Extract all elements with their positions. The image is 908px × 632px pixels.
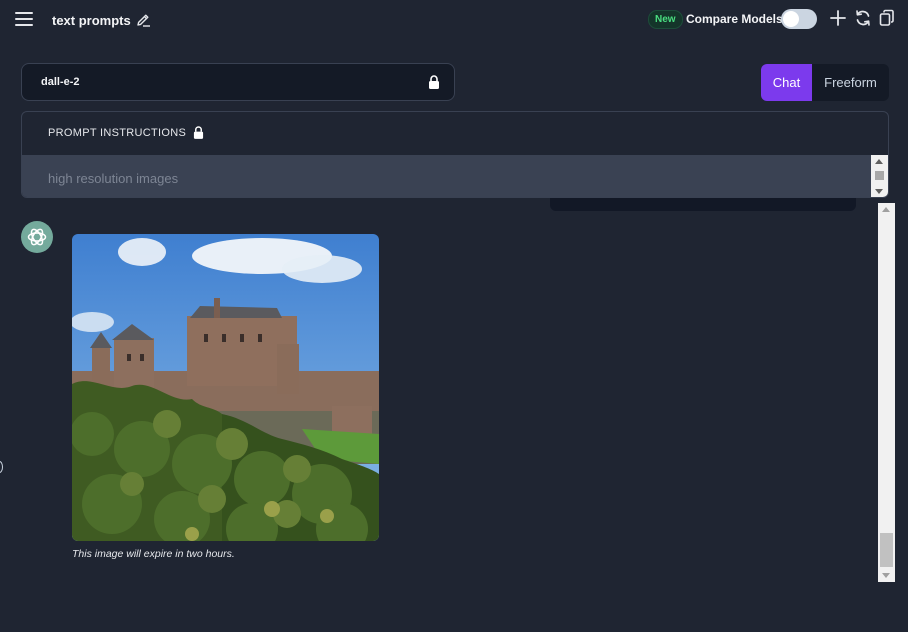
instructions-text: high resolution images xyxy=(48,171,179,186)
instructions-title: PROMPT INSTRUCTIONS xyxy=(48,126,187,139)
freeform-mode-button[interactable]: Freeform xyxy=(812,64,889,101)
scroll-down-arrow[interactable] xyxy=(882,573,890,578)
scroll-thumb[interactable] xyxy=(875,171,884,180)
top-bar: text prompts New Compare Models xyxy=(0,0,908,40)
chat-mode-button[interactable]: Chat xyxy=(761,64,812,101)
toggle-knob xyxy=(783,11,799,27)
prompt-title-group: text prompts xyxy=(52,12,151,28)
model-name: dall-e-2 xyxy=(41,76,80,88)
new-badge: New xyxy=(648,10,683,29)
instructions-textarea[interactable]: high resolution images xyxy=(22,155,872,197)
prompt-instructions-panel: PROMPT INSTRUCTIONS high resolution imag… xyxy=(21,111,889,198)
instructions-scrollbar[interactable] xyxy=(871,155,888,197)
scroll-up-arrow[interactable] xyxy=(875,159,883,164)
mode-switch: Chat Freeform xyxy=(761,64,889,101)
lock-icon xyxy=(194,126,204,139)
chat-scrollbar[interactable] xyxy=(878,203,895,582)
plus-icon[interactable] xyxy=(829,9,847,27)
scroll-thumb[interactable] xyxy=(880,533,893,567)
openai-icon xyxy=(27,228,47,246)
compare-models-label: Compare Models xyxy=(686,12,783,26)
scroll-up-arrow[interactable] xyxy=(882,207,890,212)
compare-models-toggle[interactable] xyxy=(781,9,817,29)
refresh-icon[interactable] xyxy=(854,9,872,27)
prompt-title: text prompts xyxy=(52,12,131,28)
partial-element xyxy=(550,198,856,211)
generated-image[interactable] xyxy=(72,234,379,541)
image-expiry-caption: This image will expire in two hours. xyxy=(72,548,235,560)
partial-edge-control xyxy=(0,461,3,473)
scroll-down-arrow[interactable] xyxy=(875,189,883,194)
lock-icon xyxy=(429,75,439,89)
instructions-header: PROMPT INSTRUCTIONS xyxy=(48,126,204,139)
edit-icon[interactable] xyxy=(135,12,151,28)
menu-icon[interactable] xyxy=(15,12,33,26)
copy-icon[interactable] xyxy=(878,9,896,27)
assistant-avatar xyxy=(21,221,53,253)
model-selector[interactable]: dall-e-2 xyxy=(21,63,455,101)
